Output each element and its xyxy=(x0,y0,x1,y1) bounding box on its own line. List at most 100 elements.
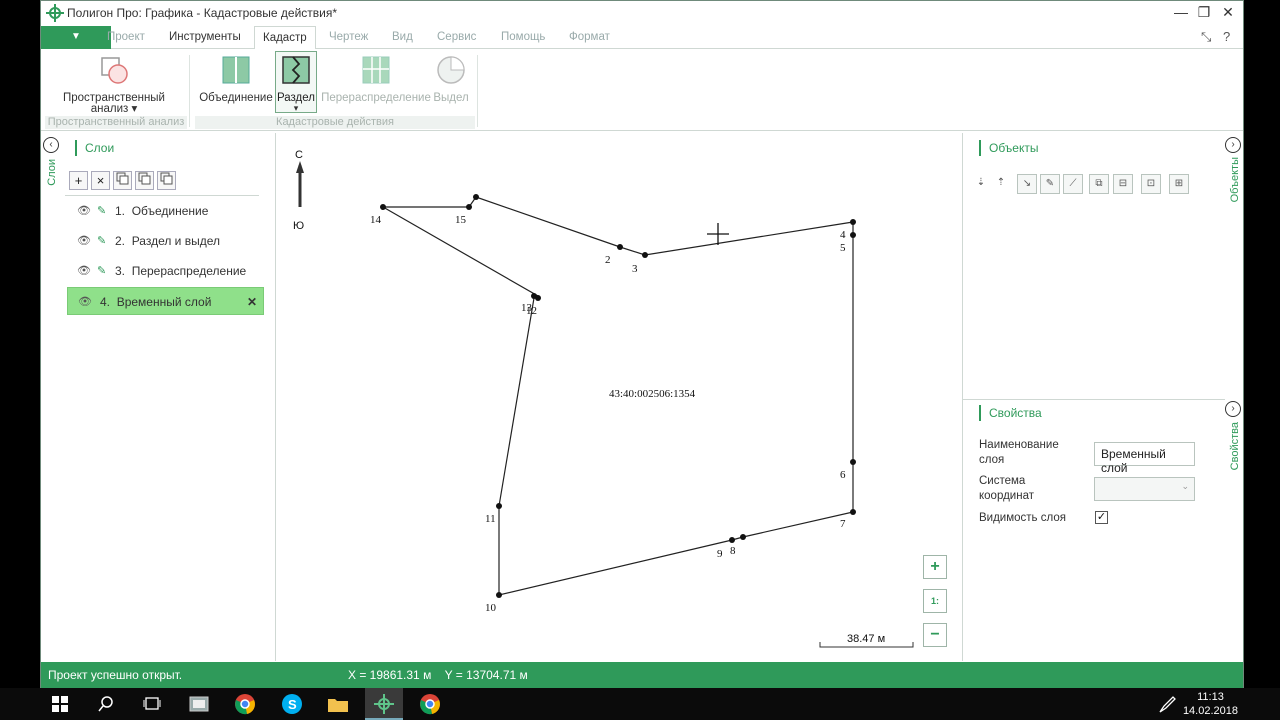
delete-layer-button[interactable]: × xyxy=(91,171,110,190)
task-view-icon[interactable] xyxy=(140,692,164,716)
zoom-in-button[interactable]: + xyxy=(923,555,947,579)
move-layer-down-icon[interactable] xyxy=(157,171,176,190)
export-objects-icon[interactable]: ⊡ xyxy=(1141,174,1161,194)
settings-objects-icon[interactable]: ⊞ xyxy=(1169,174,1189,194)
layout-icon[interactable]: ⤡ xyxy=(1201,29,1211,45)
parcel-number-label: 43:40:002506:1354 xyxy=(609,388,696,400)
merge-button[interactable]: Объединение xyxy=(199,55,273,104)
sort-ascending-icon[interactable]: ⇡ xyxy=(991,174,1011,194)
zoom-out-button[interactable]: − xyxy=(923,623,947,647)
polygon-pro-app-icon[interactable] xyxy=(372,692,396,716)
right-panel: Объекты › Объекты ⇣ ⇡ ↘ ✎ ⟋ ⧉ ⊟ ⊡ ⊞ Свой… xyxy=(962,133,1243,661)
vertex-point[interactable] xyxy=(535,295,541,301)
parcel-drawing[interactable]: С Ю 2 3 4 5 6 7 8 9 10 11 12 13 14 15 43… xyxy=(277,133,961,661)
measure-tool-icon[interactable]: ⟋ xyxy=(1063,174,1083,194)
allocate-button[interactable]: Выдел xyxy=(431,55,471,104)
search-icon[interactable] xyxy=(94,692,118,716)
visibility-eye-icon[interactable]: 👁 xyxy=(78,288,92,316)
clock-time: 11:13 xyxy=(1197,691,1224,703)
south-label: Ю xyxy=(293,220,304,232)
file-menu-button[interactable]: ▼ xyxy=(41,26,111,49)
vertex-point[interactable] xyxy=(473,194,479,200)
tab-drawing[interactable]: Чертеж xyxy=(329,31,368,43)
collapse-right-icon[interactable]: › xyxy=(1225,137,1241,153)
vertex-point[interactable] xyxy=(496,503,502,509)
move-layer-up-icon[interactable] xyxy=(135,171,154,190)
vertex-point[interactable] xyxy=(850,509,856,515)
visibility-eye-icon[interactable]: 👁 xyxy=(77,227,91,255)
vertex-point[interactable] xyxy=(850,459,856,465)
vertex-point[interactable] xyxy=(642,252,648,258)
layer-item-split[interactable]: 👁 ✎ 2. Раздел и выдел xyxy=(67,227,264,255)
vertex-point[interactable] xyxy=(850,232,856,238)
skype-icon[interactable]: S xyxy=(280,692,304,716)
edit-tool-icon[interactable]: ✎ xyxy=(1040,174,1060,194)
svg-text:S: S xyxy=(288,697,297,712)
tab-project[interactable]: Проект xyxy=(107,31,145,43)
help-button[interactable]: ? xyxy=(1223,29,1230,44)
split-button[interactable]: Раздел ▾ xyxy=(275,51,317,113)
edit-pencil-icon[interactable]: ✎ xyxy=(97,257,106,285)
vertex-point[interactable] xyxy=(496,592,502,598)
windows-start-icon[interactable] xyxy=(48,692,72,716)
remove-layer-icon[interactable]: ✕ xyxy=(247,288,257,316)
select-tool-icon[interactable]: ↘ xyxy=(1017,174,1037,194)
layer-item-temporary[interactable]: 👁 4. Временный слой ✕ xyxy=(67,287,264,315)
vertex-point[interactable] xyxy=(617,244,623,250)
crs-select[interactable]: ⌄ xyxy=(1094,477,1195,501)
file-manager-app-icon[interactable] xyxy=(187,692,211,716)
tab-tools[interactable]: Инструменты xyxy=(169,31,241,43)
vertex-label: 8 xyxy=(730,545,736,557)
visibility-eye-icon[interactable]: 👁 xyxy=(77,197,91,225)
layer-item-merge[interactable]: 👁 ✎ 1. Объединение xyxy=(67,197,264,225)
collapse-left-icon[interactable]: ‹ xyxy=(43,137,59,153)
vertex-point[interactable] xyxy=(740,534,746,540)
vertex-point[interactable] xyxy=(466,204,472,210)
layers-title: Слои xyxy=(75,140,114,156)
vertex-label: 9 xyxy=(717,548,723,560)
edit-pencil-icon[interactable]: ✎ xyxy=(97,197,106,225)
sort-descending-icon[interactable]: ⇣ xyxy=(971,174,991,194)
map-canvas[interactable]: С Ю 2 3 4 5 6 7 8 9 10 11 12 13 14 15 43… xyxy=(277,133,961,661)
minimize-button[interactable]: — xyxy=(1171,4,1191,20)
pen-tray-icon[interactable] xyxy=(1156,692,1180,716)
scale-one-to-one-button[interactable]: 1: xyxy=(923,589,947,613)
tab-format[interactable]: Формат xyxy=(569,31,610,43)
spatial-analysis-button[interactable]: Пространственный анализ ▾ xyxy=(61,55,167,115)
copy-layer-icon[interactable] xyxy=(113,171,132,190)
group-spatial-analysis: Пространственный анализ xyxy=(45,116,187,129)
vertex-point[interactable] xyxy=(729,537,735,543)
edit-pencil-icon[interactable]: ✎ xyxy=(97,227,106,255)
add-layer-button[interactable]: + xyxy=(69,171,88,190)
layer-item-redistribute[interactable]: 👁 ✎ 3. Перераспределение xyxy=(67,257,264,285)
chrome-icon[interactable] xyxy=(233,692,257,716)
app-window: Полигон Про: Графика - Кадастровые дейст… xyxy=(40,0,1244,688)
redistribute-icon xyxy=(362,56,390,84)
maximize-button[interactable]: ❐ xyxy=(1194,4,1214,21)
objects-vertical-tab[interactable]: Объекты xyxy=(1229,157,1241,202)
layer-number: 1. xyxy=(115,204,126,218)
app-logo-icon xyxy=(46,4,64,22)
system-clock[interactable]: 11:13 14.02.2018 xyxy=(1183,690,1238,718)
vertex-point[interactable] xyxy=(380,204,386,210)
layer-name-input[interactable]: Временный слой xyxy=(1094,442,1195,475)
layer-name-label-line2: слоя xyxy=(979,454,1005,466)
scale-text: 38.47 м xyxy=(847,633,885,645)
collapse-properties-icon[interactable]: › xyxy=(1225,401,1241,417)
tab-view[interactable]: Вид xyxy=(392,31,413,43)
tab-service[interactable]: Сервис xyxy=(437,31,476,43)
layers-vertical-tab[interactable]: Слои xyxy=(46,159,58,186)
redistribute-button[interactable]: Перераспределение xyxy=(321,55,431,104)
cursor-coordinates: X = 19861.31 м Y = 13704.71 м xyxy=(348,668,528,682)
folder-icon[interactable] xyxy=(326,692,350,716)
tab-help[interactable]: Помощь xyxy=(501,31,545,43)
properties-vertical-tab[interactable]: Свойства xyxy=(1229,422,1241,470)
filter-objects-icon[interactable]: ⊟ xyxy=(1113,174,1133,194)
close-window-button[interactable]: ✕ xyxy=(1218,4,1238,21)
tab-cadastre[interactable]: Кадастр xyxy=(254,26,316,50)
chrome-icon[interactable] xyxy=(418,692,442,716)
vertex-point[interactable] xyxy=(850,219,856,225)
visibility-eye-icon[interactable]: 👁 xyxy=(77,257,91,285)
visibility-checkbox[interactable]: ✓ xyxy=(1095,511,1108,524)
copy-objects-icon[interactable]: ⧉ xyxy=(1089,174,1109,194)
